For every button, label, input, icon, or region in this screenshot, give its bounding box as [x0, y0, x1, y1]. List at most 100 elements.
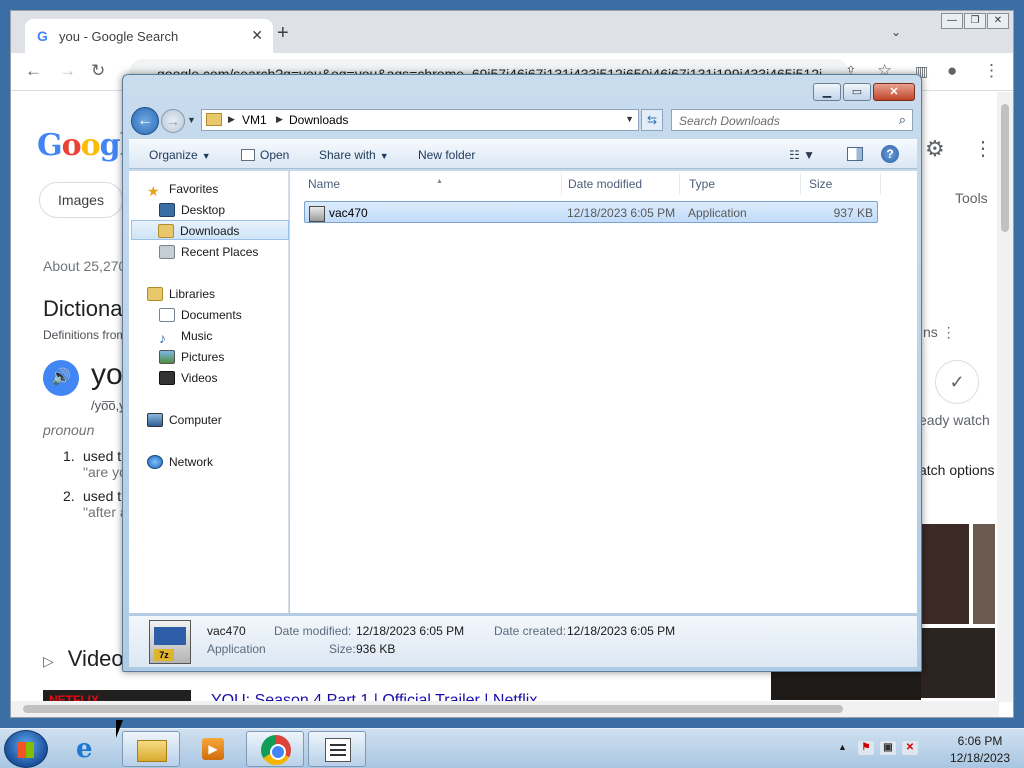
documents-icon — [159, 308, 175, 322]
sidebar-item-libraries[interactable]: Libraries — [147, 284, 305, 304]
close-icon[interactable]: ✕ — [873, 83, 915, 101]
close-window-icon[interactable]: ✕ — [987, 13, 1009, 29]
scroll-thumb[interactable] — [23, 705, 843, 713]
back-arrow-icon[interactable]: ← — [131, 107, 159, 135]
poster-image[interactable] — [973, 524, 995, 624]
breadcrumb-separator-icon[interactable]: ▶ — [276, 114, 283, 125]
taskbar-internet-explorer[interactable]: e — [60, 731, 118, 767]
details-date-modified-label: Date modified: — [274, 624, 352, 638]
watch-options-link[interactable]: atch options — [919, 462, 995, 478]
dictionary-heading: Dictiona — [43, 296, 123, 321]
definition-number: 2. — [63, 488, 75, 504]
forward-arrow-icon[interactable]: → — [59, 62, 76, 80]
column-header-date-modified[interactable]: Date modified — [560, 173, 680, 195]
tab-title: you - Google Search — [59, 29, 179, 44]
minimize-icon[interactable]: ▁ — [813, 83, 841, 101]
sidebar-item-computer[interactable]: Computer — [147, 410, 305, 430]
poster-image[interactable] — [921, 628, 995, 698]
chevron-down-icon: ▼ — [201, 151, 211, 161]
column-header-type[interactable]: Type — [681, 173, 801, 195]
new-tab-icon[interactable]: + — [277, 23, 289, 43]
taskbar-media-player[interactable]: ▶ — [184, 731, 242, 767]
taskbar-chrome[interactable] — [246, 731, 304, 767]
forward-arrow-icon[interactable]: → — [161, 109, 185, 133]
search-placeholder: Search Downloads — [679, 114, 780, 128]
maximize-icon[interactable]: ▭ — [843, 83, 871, 101]
clock-time[interactable]: 6:06 PM — [944, 734, 1016, 748]
column-header-name[interactable]: Name ▲ — [300, 173, 562, 195]
videos-heading: ▷ Video — [43, 646, 124, 671]
action-center-flag-icon[interactable]: ⚑ — [858, 741, 874, 755]
change-view-icon[interactable]: ☷ ▼ — [789, 148, 815, 162]
computer-icon — [147, 413, 163, 427]
right-panel-menu[interactable]: ns ⋮ — [923, 324, 956, 341]
tools-button[interactable]: Tools — [955, 190, 988, 206]
scroll-thumb[interactable] — [1001, 104, 1009, 232]
start-button[interactable] — [4, 730, 48, 768]
poster-image[interactable] — [771, 672, 921, 700]
star-icon: ★ — [147, 183, 160, 199]
definition-text: used t — [83, 448, 122, 464]
tab-google-search[interactable]: G you - Google Search ✕ — [25, 19, 273, 53]
organize-button[interactable]: Organize ▼ — [149, 148, 211, 162]
definition-number: 1. — [63, 448, 75, 464]
file-type: Application — [688, 206, 747, 220]
media-player-icon: ▶ — [202, 738, 224, 760]
chrome-menu-icon[interactable]: ⋮ — [983, 62, 1000, 80]
breadcrumb-downloads[interactable]: Downloads — [289, 113, 348, 127]
chrome-tab-strip: G you - Google Search ✕ + ⌄ — ❐ ✕ — [11, 11, 1013, 53]
vertical-scrollbar[interactable] — [997, 92, 1013, 702]
breadcrumb-separator-icon[interactable]: ▶ — [228, 114, 235, 125]
navigation-pane: ★ Favorites Desktop Downloads Recent Plac… — [129, 171, 289, 613]
search-box[interactable]: Search Downloads ⌕ — [671, 109, 913, 131]
mouse-cursor-icon — [116, 720, 123, 738]
sidebar-item-favorites[interactable]: ★ Favorites — [147, 179, 305, 199]
sidebar-item-downloads[interactable]: Downloads — [131, 220, 289, 240]
minimize-icon[interactable]: — — [941, 13, 963, 29]
tab-search-chevron-icon[interactable]: ⌄ — [891, 25, 901, 39]
apps-grid-icon[interactable]: ⋮⋮ — [973, 136, 997, 161]
chrome-icon — [261, 735, 291, 765]
open-button[interactable]: Open — [241, 148, 289, 162]
refresh-icon[interactable]: ⇆ — [641, 109, 663, 131]
close-tab-icon[interactable]: ✕ — [251, 27, 263, 44]
images-chip[interactable]: Images — [39, 182, 123, 218]
videos-icon — [159, 371, 175, 385]
taskbar-notepad[interactable] — [308, 731, 366, 767]
application-icon — [309, 206, 325, 222]
taskbar-windows-explorer[interactable] — [122, 731, 180, 767]
recent-pages-chevron-icon[interactable]: ▼ — [187, 115, 196, 125]
open-icon — [241, 149, 255, 161]
details-size-label: Size: — [329, 642, 356, 656]
help-icon[interactable]: ? — [881, 145, 899, 163]
folder-icon — [206, 113, 222, 126]
show-hidden-icons-icon[interactable]: ▲ — [838, 742, 847, 752]
profile-avatar-icon[interactable]: ● — [947, 62, 957, 80]
back-arrow-icon[interactable]: ← — [25, 62, 42, 80]
sidebar-item-network[interactable]: Network — [147, 452, 305, 472]
share-with-button[interactable]: Share with ▼ — [319, 148, 389, 162]
maximize-icon[interactable]: ❐ — [964, 13, 986, 29]
new-folder-button[interactable]: New folder — [418, 148, 475, 162]
details-date-modified: 12/18/2023 6:05 PM — [356, 624, 465, 638]
network-status-icon[interactable]: ▣ — [880, 741, 896, 755]
search-icon[interactable]: ⌕ — [899, 112, 906, 128]
column-header-size[interactable]: Size — [801, 173, 881, 195]
address-dropdown-icon[interactable]: ▼ — [625, 114, 634, 124]
poster-image[interactable] — [921, 524, 969, 624]
address-bar[interactable]: ▶ VM1 ▶ Downloads ▼ — [201, 109, 639, 131]
clock-date[interactable]: 12/18/2023 — [944, 751, 1016, 765]
volume-muted-icon[interactable]: ✕ — [902, 741, 918, 755]
reload-icon[interactable]: ↻ — [91, 62, 105, 80]
file-date-modified: 12/18/2023 6:05 PM — [567, 206, 676, 220]
breadcrumb-vm1[interactable]: VM1 — [242, 113, 267, 127]
horizontal-scrollbar[interactable] — [11, 701, 999, 717]
speaker-icon[interactable]: 🔊 — [43, 360, 79, 396]
details-file-type: Application — [207, 642, 266, 656]
pronunciation: /yo͞o,y — [91, 398, 126, 413]
taskbar: e ▶ ▲ ⚑ ▣ ✕ 6:06 PM 12/18/2023 — [0, 728, 1024, 768]
settings-gear-icon[interactable]: ⚙ — [925, 136, 945, 162]
file-row[interactable]: vac470 12/18/2023 6:05 PM Application 93… — [304, 201, 878, 223]
checkmark-icon[interactable]: ✓ — [935, 360, 979, 404]
preview-pane-icon[interactable] — [847, 147, 863, 161]
